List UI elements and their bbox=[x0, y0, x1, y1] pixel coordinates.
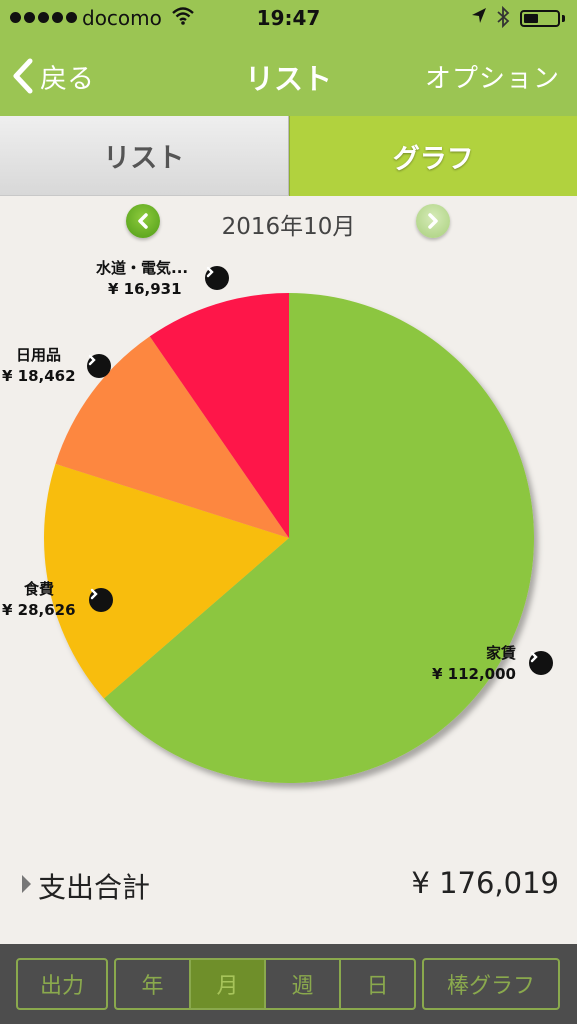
slice-value: ¥ 112,000 bbox=[432, 665, 516, 683]
bluetooth-icon bbox=[496, 5, 510, 34]
period-year[interactable]: 年 bbox=[116, 960, 191, 1008]
total-value: ¥ 176,019 bbox=[411, 866, 559, 900]
slice-label: 水道・電気... bbox=[96, 259, 189, 277]
slice-detail-button-food[interactable] bbox=[89, 588, 113, 612]
expense-pie-chart: 家賃 ¥ 112,000 食費 ¥ 28,626 日用品 ¥ 18,462 水道… bbox=[0, 250, 577, 810]
chevron-right-icon bbox=[90, 588, 98, 600]
slice-value: ¥ 18,462 bbox=[2, 367, 76, 385]
next-month-button[interactable] bbox=[416, 204, 450, 238]
chevron-right-icon bbox=[88, 354, 96, 366]
navigation-bar: docomo 19:47 戻る リスト オプション bbox=[0, 0, 577, 117]
export-button[interactable]: 出力 bbox=[16, 958, 108, 1010]
period-selector: 年 月 週 日 bbox=[114, 958, 416, 1010]
slice-detail-button-rent[interactable] bbox=[529, 651, 553, 675]
slice-label: 食費 bbox=[24, 580, 55, 598]
bar-graph-button[interactable]: 棒グラフ bbox=[422, 958, 560, 1010]
location-arrow-icon bbox=[470, 6, 488, 31]
period-month[interactable]: 月 bbox=[191, 960, 266, 1008]
month-label: 2016年10月 bbox=[221, 214, 356, 240]
pie-chart-svg bbox=[43, 293, 535, 783]
slice-value: ¥ 28,626 bbox=[2, 601, 76, 619]
slice-label: 日用品 bbox=[16, 346, 62, 364]
tab-list[interactable]: リスト bbox=[0, 116, 289, 196]
slice-label: 家賃 bbox=[485, 644, 516, 662]
option-button[interactable]: オプション bbox=[425, 58, 560, 95]
slice-value: ¥ 16,931 bbox=[108, 280, 182, 298]
battery-icon bbox=[520, 10, 560, 27]
period-week[interactable]: 週 bbox=[266, 960, 341, 1008]
status-time: 19:47 bbox=[256, 6, 321, 30]
expand-triangle-icon bbox=[22, 875, 31, 893]
slice-callout-utilities: 水道・電気... ¥ 16,931 bbox=[96, 258, 188, 300]
slice-callout-rent: 家賃 ¥ 112,000 bbox=[432, 643, 516, 685]
slice-callout-daily-goods: 日用品 ¥ 18,462 bbox=[2, 345, 76, 387]
month-selector: 2016年10月 bbox=[0, 200, 577, 242]
total-row[interactable]: 支出合計 ¥ 176,019 bbox=[0, 860, 577, 910]
status-bar: docomo 19:47 bbox=[0, 0, 577, 38]
slice-detail-button-daily-goods[interactable] bbox=[87, 354, 111, 378]
slice-callout-food: 食費 ¥ 28,626 bbox=[2, 579, 76, 621]
tab-graph[interactable]: グラフ bbox=[288, 116, 577, 196]
total-label: 支出合計 bbox=[38, 871, 151, 904]
period-day[interactable]: 日 bbox=[341, 960, 414, 1008]
chevron-right-icon bbox=[206, 266, 214, 278]
slice-detail-button-utilities[interactable] bbox=[205, 266, 229, 290]
chevron-right-icon bbox=[530, 651, 538, 663]
chevron-right-icon bbox=[428, 213, 438, 229]
bottom-toolbar: 出力 年 月 週 日 棒グラフ bbox=[0, 944, 577, 1024]
view-tabs: リスト グラフ bbox=[0, 116, 577, 196]
battery-level bbox=[524, 14, 538, 23]
